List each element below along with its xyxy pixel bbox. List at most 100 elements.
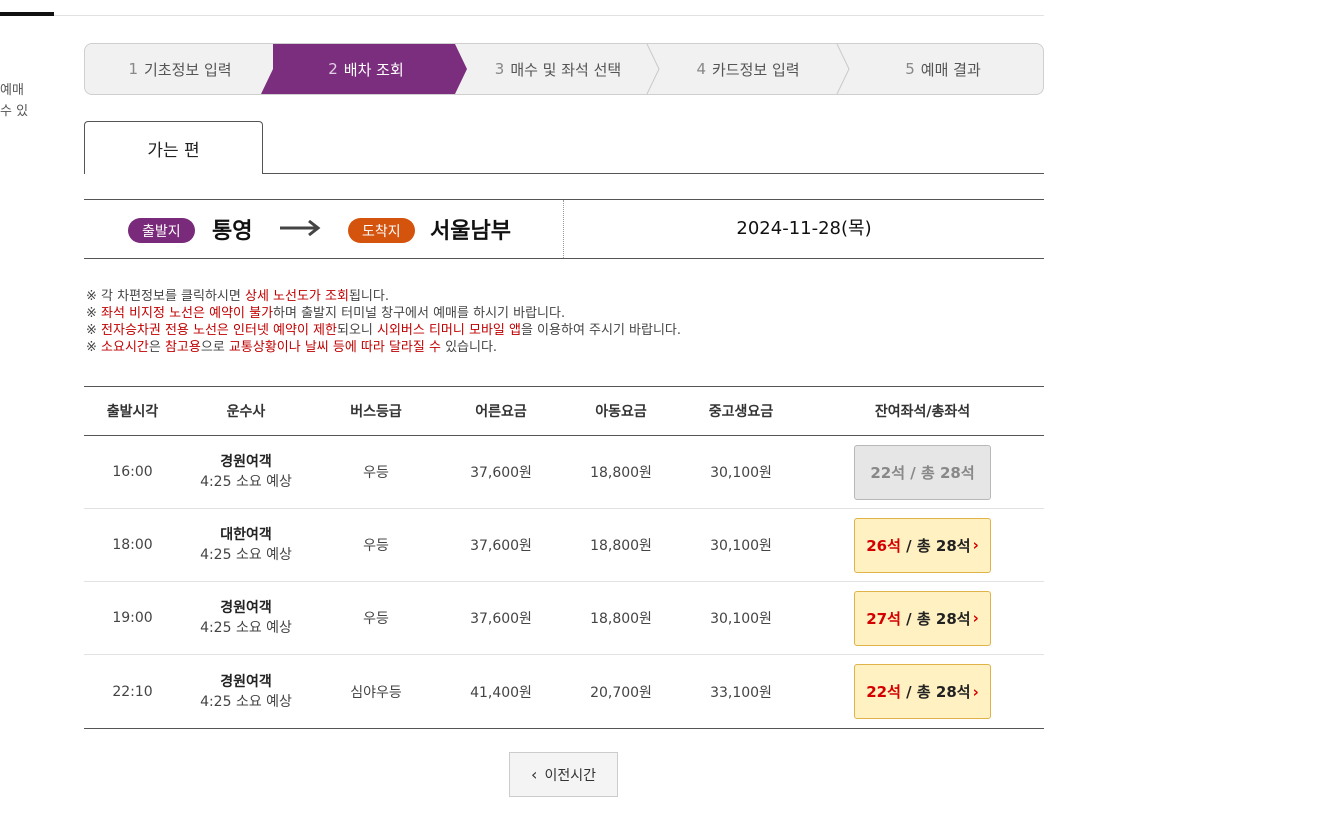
select-seat-button[interactable]: 22석 / 총 28석 › (854, 664, 991, 719)
notice-highlight: 상세 노선도가 조회 (244, 289, 349, 304)
company-cell: 경원여객 4:25 소요 예상 (181, 598, 311, 638)
notice-text: 되오니 (336, 323, 377, 338)
route-arrow-icon (280, 220, 321, 236)
duration: 4:25 소요 예상 (200, 547, 292, 563)
departure-time: 19:00 (112, 610, 153, 626)
step-3: 3 매수 및 좌석 선택 (463, 44, 653, 94)
header-bus-grade: 버스등급 (350, 404, 402, 420)
bus-grade: 우등 (363, 611, 389, 627)
header-youth-fare: 중고생요금 (708, 404, 774, 420)
total-seats: / 총 28석 (910, 463, 975, 482)
company-name: 경원여객 (220, 673, 272, 690)
left-clip-line1: 예매 (0, 83, 24, 98)
notice-line: ※ 전자승차권 전용 노선은 인터넷 예약이 제한되오니 시외버스 티머니 모바… (86, 322, 681, 339)
step-4-label: 카드정보 입력 (711, 60, 800, 79)
youth-fare: 33,100원 (710, 684, 772, 701)
notice-highlight: 전자승차권 전용 노선은 인터넷 예약이 제한 (101, 323, 337, 338)
notice-text: 있습니다. (440, 340, 498, 355)
chevron-left-icon: ‹ (531, 765, 538, 784)
departure-time: 16:00 (112, 464, 153, 480)
arrival-city: 서울남부 (430, 219, 511, 244)
notice-text: ※ 각 차편정보를 클릭하시면 (86, 289, 245, 304)
adult-fare: 41,400원 (470, 684, 532, 701)
chevron-right-icon: › (972, 536, 979, 554)
remaining-seats: 27석 (866, 609, 901, 628)
schedule-table: 출발시각 운수사 버스등급 어른요금 아동요금 중고생요금 잔여좌석/총좌석 1… (84, 386, 1044, 729)
table-row[interactable]: 22:10 경원여객 4:25 소요 예상 심야우등 41,400원 20,70… (84, 655, 1044, 728)
remaining-seats: 22석 (870, 463, 906, 482)
remaining-seats: 26석 (866, 536, 901, 555)
left-clip-line2: 수 있 (0, 104, 29, 119)
step-1-number: 1 (128, 60, 138, 78)
company-name: 경원여객 (220, 600, 272, 616)
duration: 4:25 소요 예상 (200, 474, 292, 490)
step-3-label: 매수 및 좌석 선택 (510, 60, 622, 79)
seat-cell: 27석 / 총 28석 › (801, 590, 1044, 646)
notice-line: ※ 좌석 비지정 노선은 예약이 불가하며 출발지 터미널 창구에서 예매를 하… (86, 305, 681, 322)
notice-text: ※ (86, 340, 102, 355)
notice-line: ※ 각 차편정보를 클릭하시면 상세 노선도가 조회됩니다. (86, 288, 681, 305)
notice-highlight: 참고용 (164, 340, 201, 355)
tab-outbound[interactable]: 가는 편 (84, 121, 263, 174)
child-fare: 20,700원 (590, 684, 652, 701)
notice-highlight: 교통상황이나 날씨 등에 따라 달라질 수 (228, 340, 441, 355)
company-name: 경원여객 (220, 454, 272, 470)
departure-time: 18:00 (112, 537, 153, 553)
table-row[interactable]: 16:00 경원여객 4:25 소요 예상 우등 37,600원 18,800원… (84, 436, 1044, 509)
company-cell: 경원여객 4:25 소요 예상 (181, 452, 311, 492)
header-adult-fare: 어른요금 (475, 404, 527, 420)
notice-text: 하며 출발지 터미널 창구에서 예매를 하시기 바랍니다. (273, 306, 566, 321)
seat-cell: 22석 / 총 28석 › (801, 664, 1044, 719)
select-seat-button[interactable]: 27석 / 총 28석 › (854, 590, 991, 646)
notice-text: 으로 (200, 340, 229, 355)
youth-fare: 30,100원 (710, 538, 772, 554)
departure-city: 통영 (212, 219, 253, 244)
route-summary: 출발지 통영 도착지 서울남부 2024-11-28(목) (84, 199, 1044, 259)
adult-fare: 37,600원 (470, 611, 532, 627)
step-4: 4 카드정보 입력 (653, 44, 843, 94)
chevron-right-icon: › (972, 682, 979, 701)
total-seats: / 총 28석 (906, 609, 971, 628)
adult-fare: 37,600원 (470, 465, 532, 481)
seat-cell: 22석 / 총 28석 (801, 444, 1044, 500)
travel-date: 2024-11-28(목) (736, 218, 872, 239)
notice-text: ※ (86, 306, 102, 321)
table-row[interactable]: 18:00 대한여객 4:25 소요 예상 우등 37,600원 18,800원… (84, 509, 1044, 582)
top-tab-indicator (0, 12, 54, 16)
select-seat-button[interactable]: 26석 / 총 28석 › (854, 517, 991, 573)
child-fare: 18,800원 (590, 611, 652, 627)
notice-text: 을 이용하여 주시기 바랍니다. (520, 323, 682, 338)
total-seats: / 총 28석 (906, 683, 971, 701)
step-5: 5 예매 결과 (843, 44, 1043, 94)
bus-grade: 심야우등 (350, 684, 402, 701)
header-company: 운수사 (226, 404, 266, 420)
notice-highlight: 시외버스 티머니 모바일 앱 (377, 323, 521, 338)
step-2-number: 2 (328, 60, 338, 78)
duration: 4:25 소요 예상 (200, 620, 292, 636)
notice-line: ※ 소요시간은 참고용으로 교통상황이나 날씨 등에 따라 달라질 수 있습니다… (86, 339, 681, 356)
adult-fare: 37,600원 (470, 538, 532, 554)
booking-steps: 1 기초정보 입력 2 배차 조회 3 매수 및 좌석 선택 4 카드정보 입력… (84, 43, 1044, 95)
seat-cell: 26석 / 총 28석 › (801, 517, 1044, 573)
header-departure-time: 출발시각 (106, 404, 159, 420)
step-1: 1 기초정보 입력 (85, 44, 275, 94)
step-5-number: 5 (905, 60, 915, 78)
step-2-label: 배차 조회 (343, 60, 404, 79)
notice-text: 은 (148, 340, 165, 355)
left-clipped-text: 예매 수 있 (0, 80, 28, 122)
table-row[interactable]: 19:00 경원여객 4:25 소요 예상 우등 37,600원 18,800원… (84, 582, 1044, 655)
table-header: 출발시각 운수사 버스등급 어른요금 아동요금 중고생요금 잔여좌석/총좌석 (84, 387, 1044, 436)
step-1-label: 기초정보 입력 (143, 60, 232, 79)
header-child-fare: 아동요금 (595, 404, 647, 420)
notice-highlight: 소요시간 (101, 340, 149, 355)
notice-text: ※ (86, 323, 102, 338)
bus-grade: 우등 (363, 538, 389, 554)
departure-time: 22:10 (112, 683, 153, 700)
departure-badge: 출발지 (128, 218, 195, 243)
youth-fare: 30,100원 (710, 465, 772, 481)
previous-time-button[interactable]: ‹ 이전시간 (509, 752, 618, 797)
duration: 4:25 소요 예상 (200, 693, 292, 710)
arrival-badge: 도착지 (348, 218, 415, 243)
seat-button-disabled: 22석 / 총 28석 (854, 444, 991, 500)
previous-time-label: 이전시간 (544, 767, 596, 784)
